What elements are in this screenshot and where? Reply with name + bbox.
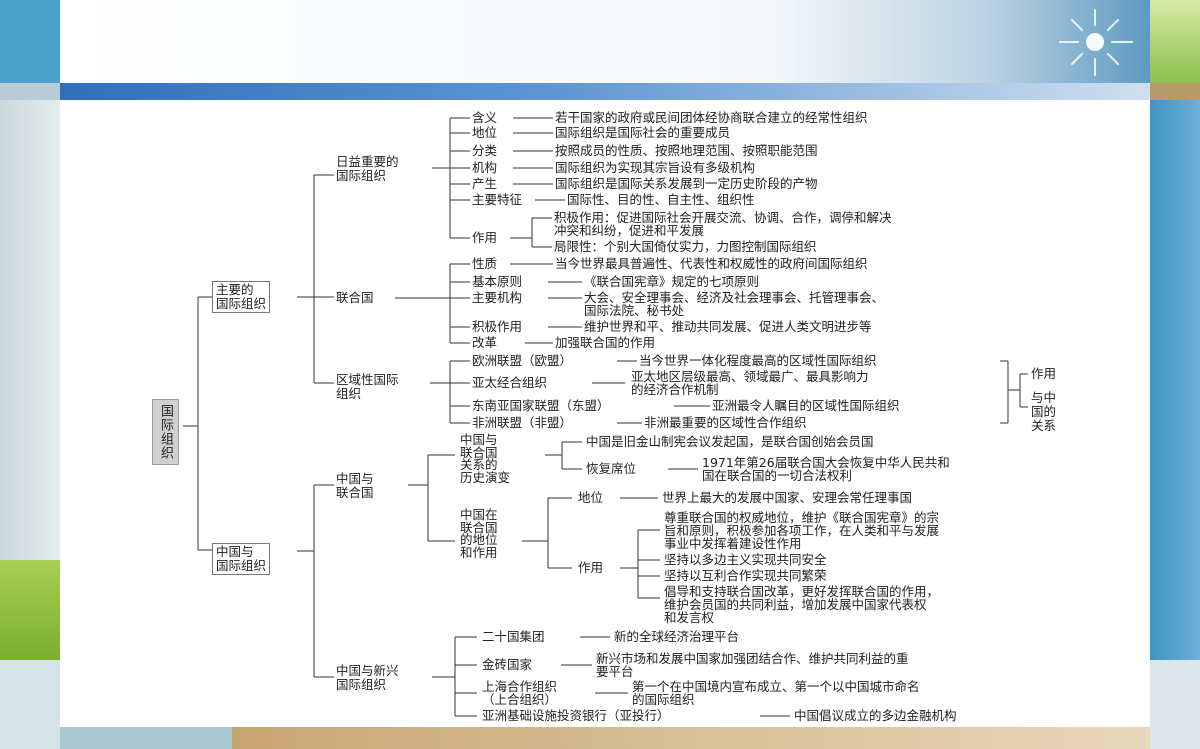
sub1-v1: 国际组织是国际社会的重要成员 [555,125,731,140]
emerging-k3: 亚洲基础设施投资银行（亚投行） [482,708,670,723]
sub1-v5: 国际性、目的性、自主性、组织性 [567,192,755,207]
sub3-k2: 东南亚国家联盟（东盟） [472,398,610,413]
sub-increasingly-important: 日益重要的 国际组织 [336,154,399,183]
branch-china-and-orgs: 中国与 国际组织 [212,543,271,575]
status-role-2: 坚持以互利合作实现共同繁荣 [664,568,827,583]
sub3-v0: 当今世界一体化程度最高的区域性国际组织 [639,353,877,368]
sub-china-and-emerging: 中国与新兴 国际组织 [336,663,399,692]
sub3-k3: 非洲联盟（非盟） [472,415,573,430]
sub2-v0: 当今世界最具普遍性、代表性和权威性的政府间国际组织 [555,256,868,271]
sub2-k0: 性质 [472,256,498,271]
sub1-v3: 国际组织为实现其宗旨设有多级机构 [555,160,756,175]
emerging-k0: 二十国集团 [482,629,545,644]
history-label: 中国与 联合国 关系的 历史演变 [460,432,511,485]
root-node: 国际组织 [152,399,179,465]
sub1-k2: 分类 [472,143,498,158]
history-item2-k: 恢复席位 [586,461,637,476]
sub1-v4: 国际组织是国际关系发展到一定历史阶段的产物 [555,176,818,191]
sub3-v2: 亚洲最令人瞩目的区域性国际组织 [712,398,900,413]
sub1-v0: 若干国家的政府或民间团体经协商联合建立的经常性组织 [555,110,868,125]
sub2-k1: 基本原则 [472,274,523,289]
emerging-k1: 金砖国家 [482,657,533,672]
sub1-k0: 含义 [472,110,498,125]
sub1-effect-limit: 局限性：个别大国倚仗实力，力图控制国际组织 [554,239,817,254]
sub1-k3: 机构 [472,160,498,175]
sub2-k4: 改革 [472,335,498,350]
sub2-v1: 《联合国宪章》规定的七项原则 [584,274,760,289]
status-pos-k: 地位 [578,490,604,505]
sub3-side-effect: 作用 [1031,366,1057,381]
emerging-v3: 中国倡议成立的多边金融机构 [794,708,957,723]
status-label: 中国在 联合国 的地位 和作用 [460,507,498,560]
sub2-k2: 主要机构 [472,290,523,305]
sub1-effect-label: 作用 [472,230,498,245]
status-role-3: 倡导和支持联合国改革，更好发挥联合国的作用， 维护会员国的共同利益，增加发展中国… [664,584,940,625]
sub1-k1: 地位 [472,125,498,140]
status-pos-v: 世界上最大的发展中国家、安理会常任理事国 [662,490,913,505]
sub2-v2: 大会、安全理事会、经济及社会理事会、托管理事会、 国际法院、秘书处 [584,290,885,318]
sub3-side-relation: 与中 国的 关系 [1031,390,1057,433]
history-item2-v: 1971年第26届联合国大会恢复中华人民共和 国在联合国的一切合法权利 [702,455,950,483]
sub2-k3: 积极作用 [472,319,523,334]
status-role-1: 坚持以多边主义实现共同安全 [664,552,827,567]
sub1-k5: 主要特征 [472,192,523,207]
sub1-effect-positive: 积极作用：促进国际社会开展交流、协调、合作，调停和解决 冲突和纠纷，促进和平发展 [554,210,892,238]
branch-main-intl-orgs: 主要的 国际组织 [212,281,271,313]
status-role-k: 作用 [578,560,604,575]
history-item1: 中国是旧金山制宪会议发起国，是联合国创始会员国 [586,434,874,449]
sub-regional-orgs: 区域性国际 组织 [336,372,399,401]
sub1-k4: 产生 [472,176,498,191]
sub-china-and-un: 中国与 联合国 [336,471,374,500]
sub2-v3: 维护世界和平、推动共同发展、促进人类文明进步等 [584,319,872,334]
sub1-v2: 按照成员的性质、按照地理范围、按照职能范围 [555,143,818,158]
emerging-k2: 上海合作组织 （上合组织） [482,679,558,707]
sub3-v1: 亚太地区层级最高、领域最广、最具影响力 的经济合作机制 [631,369,869,397]
status-role-0: 尊重联合国的权威地位，维护《联合国宪章》的宗 旨和原则，积极参加各项工作，在人类… [664,510,940,551]
emerging-v2: 第一个在中国境内宣布成立、第一个以中国城市命名 的国际组织 [632,679,920,707]
emerging-v0: 新的全球经济治理平台 [614,629,740,644]
sub3-k0: 欧洲联盟（欧盟） [472,353,573,368]
sub3-v3: 非洲最重要的区域性合作组织 [644,415,807,430]
sub3-k1: 亚太经合组织 [472,375,548,390]
sub-united-nations: 联合国 [336,290,374,305]
emerging-v1: 新兴市场和发展中国家加强团结合作、维护共同利益的重 要平台 [596,651,909,679]
sub2-v4: 加强联合国的作用 [555,335,656,350]
